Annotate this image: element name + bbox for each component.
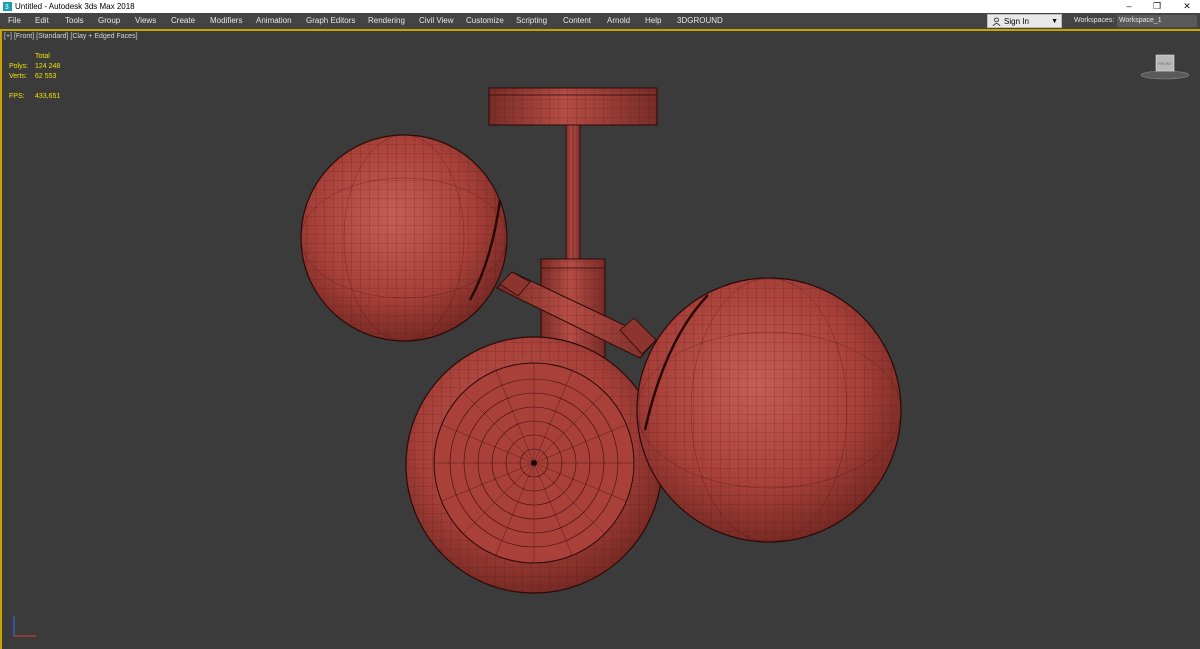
chandelier-model[interactable] xyxy=(0,0,1200,649)
bottom-sphere-radial-mesh xyxy=(434,363,634,563)
viewcube-face-label: FRONT xyxy=(1158,61,1172,66)
bottom-sphere[interactable] xyxy=(404,335,664,595)
left-sphere[interactable] xyxy=(300,134,510,344)
viewcube[interactable]: FRONT xyxy=(1140,52,1190,82)
right-sphere[interactable] xyxy=(636,277,902,543)
axis-tripod-icon xyxy=(13,616,36,637)
hanging-rod[interactable] xyxy=(565,124,581,266)
ceiling-plate[interactable] xyxy=(488,87,658,126)
